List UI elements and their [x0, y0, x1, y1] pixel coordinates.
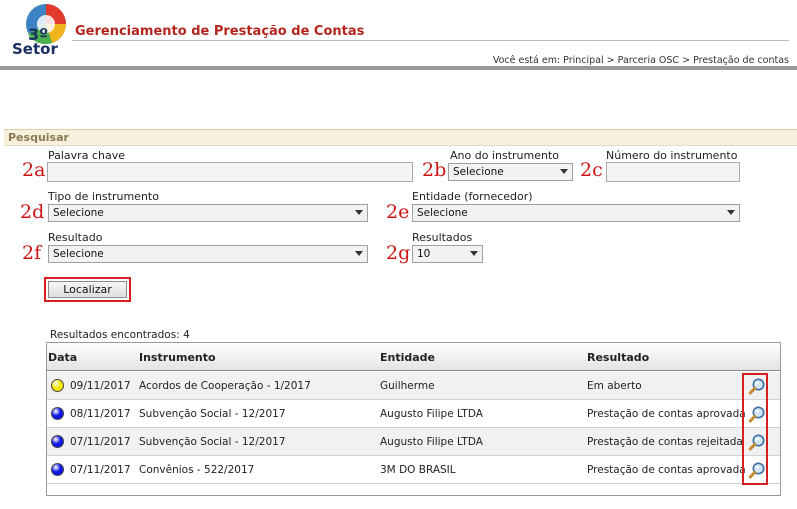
chevron-down-icon: [470, 251, 478, 256]
table-row: 07/11/2017 Subvenção Social - 12/2017 Augu…: [47, 428, 780, 456]
type-select[interactable]: Selecione: [48, 204, 368, 222]
status-dot-icon: [51, 379, 64, 392]
page-header: 3º Setor Gerenciamento de Prestação de C…: [0, 0, 797, 70]
results-count-value: 4: [183, 329, 190, 341]
keyword-input[interactable]: [47, 162, 413, 182]
cell-entity: Augusto Filipe LTDA: [380, 436, 483, 448]
logo-3-setor: 3º Setor: [12, 4, 66, 58]
entity-select[interactable]: Selecione: [412, 204, 740, 222]
localizar-button[interactable]: Localizar: [48, 281, 127, 298]
cell-entity: Augusto Filipe LTDA: [380, 408, 483, 420]
search-section-header: Pesquisar: [4, 129, 797, 146]
table-row: 08/11/2017 Subvenção Social - 12/2017 Augu…: [47, 400, 780, 428]
column-header-data[interactable]: Data: [48, 351, 77, 364]
table-row: 07/11/2017 Convênios - 522/2017 3M DO BRAS…: [47, 456, 780, 484]
cell-entity: 3M DO BRASIL: [380, 464, 456, 476]
chevron-down-icon: [355, 251, 363, 256]
chevron-down-icon: [727, 210, 735, 215]
breadcrumb: Você está em: Principal > Parceria OSC >…: [492, 55, 789, 66]
annotation-2d: 2d: [20, 201, 45, 223]
cell-date: 08/11/2017: [70, 408, 131, 420]
chevron-down-icon: [560, 169, 568, 174]
year-select[interactable]: Selecione: [448, 163, 573, 181]
annotation-2e: 2e: [386, 201, 410, 223]
column-header-instrumento[interactable]: Instrumento: [139, 351, 216, 364]
annotation-2c: 2c: [580, 159, 603, 181]
cell-result: Prestação de contas aprovada: [587, 464, 746, 476]
results-count: Resultados encontrados: 4: [50, 329, 190, 341]
cell-instrument: Subvenção Social - 12/2017: [139, 408, 286, 420]
header-divider: [0, 66, 797, 70]
status-dot-icon: [51, 463, 64, 476]
entity-select-value: Selecione: [417, 207, 468, 219]
localizar-highlight: Localizar: [44, 277, 131, 302]
column-header-entidade[interactable]: Entidade: [380, 351, 435, 364]
annotation-2g: 2g: [386, 242, 411, 264]
status-dot-icon: [51, 435, 64, 448]
cell-date: 07/11/2017: [70, 464, 131, 476]
year-label: Ano do instrumento: [450, 149, 559, 162]
cell-result: Prestação de contas aprovada: [587, 408, 746, 420]
results-per-page-select[interactable]: 10: [412, 245, 483, 263]
annotation-2a: 2a: [22, 159, 46, 181]
results-table: Data Instrumento Entidade Resultado 09/1…: [46, 342, 781, 496]
cell-instrument: Acordos de Cooperação - 1/2017: [139, 380, 311, 392]
cell-entity: Guilherme: [380, 380, 435, 392]
annotation-2b: 2b: [422, 159, 447, 181]
results-per-page-value: 10: [417, 248, 431, 260]
title-divider: [72, 40, 789, 41]
result-select-value: Selecione: [53, 248, 104, 260]
cell-date: 07/11/2017: [70, 436, 131, 448]
results-per-page-label: Resultados: [412, 231, 473, 244]
column-header-resultado[interactable]: Resultado: [587, 351, 649, 364]
cell-result: Prestação de contas rejeitada: [587, 436, 743, 448]
number-input[interactable]: [606, 162, 740, 182]
svg-text:Setor: Setor: [12, 40, 58, 58]
cell-instrument: Convênios - 522/2017: [139, 464, 255, 476]
result-select[interactable]: Selecione: [48, 245, 368, 263]
cell-instrument: Subvenção Social - 12/2017: [139, 436, 286, 448]
results-count-label: Resultados encontrados:: [50, 329, 180, 341]
year-select-value: Selecione: [453, 166, 504, 178]
page-title: Gerenciamento de Prestação de Contas: [75, 24, 365, 39]
status-dot-icon: [51, 407, 64, 420]
table-row: 09/11/2017 Acordos de Cooperação - 1/2017…: [47, 372, 780, 400]
annotation-2f: 2f: [22, 242, 42, 264]
chevron-down-icon: [355, 210, 363, 215]
type-select-value: Selecione: [53, 207, 104, 219]
keyword-label: Palavra chave: [48, 149, 125, 162]
cell-result: Em aberto: [587, 380, 642, 392]
type-label: Tipo de instrumento: [48, 190, 159, 203]
result-label: Resultado: [48, 231, 103, 244]
view-icons-highlight: [742, 373, 768, 485]
table-header: Data Instrumento Entidade Resultado: [47, 343, 780, 371]
number-label: Número do instrumento: [606, 149, 738, 162]
entity-label: Entidade (fornecedor): [412, 190, 533, 203]
cell-date: 09/11/2017: [70, 380, 131, 392]
